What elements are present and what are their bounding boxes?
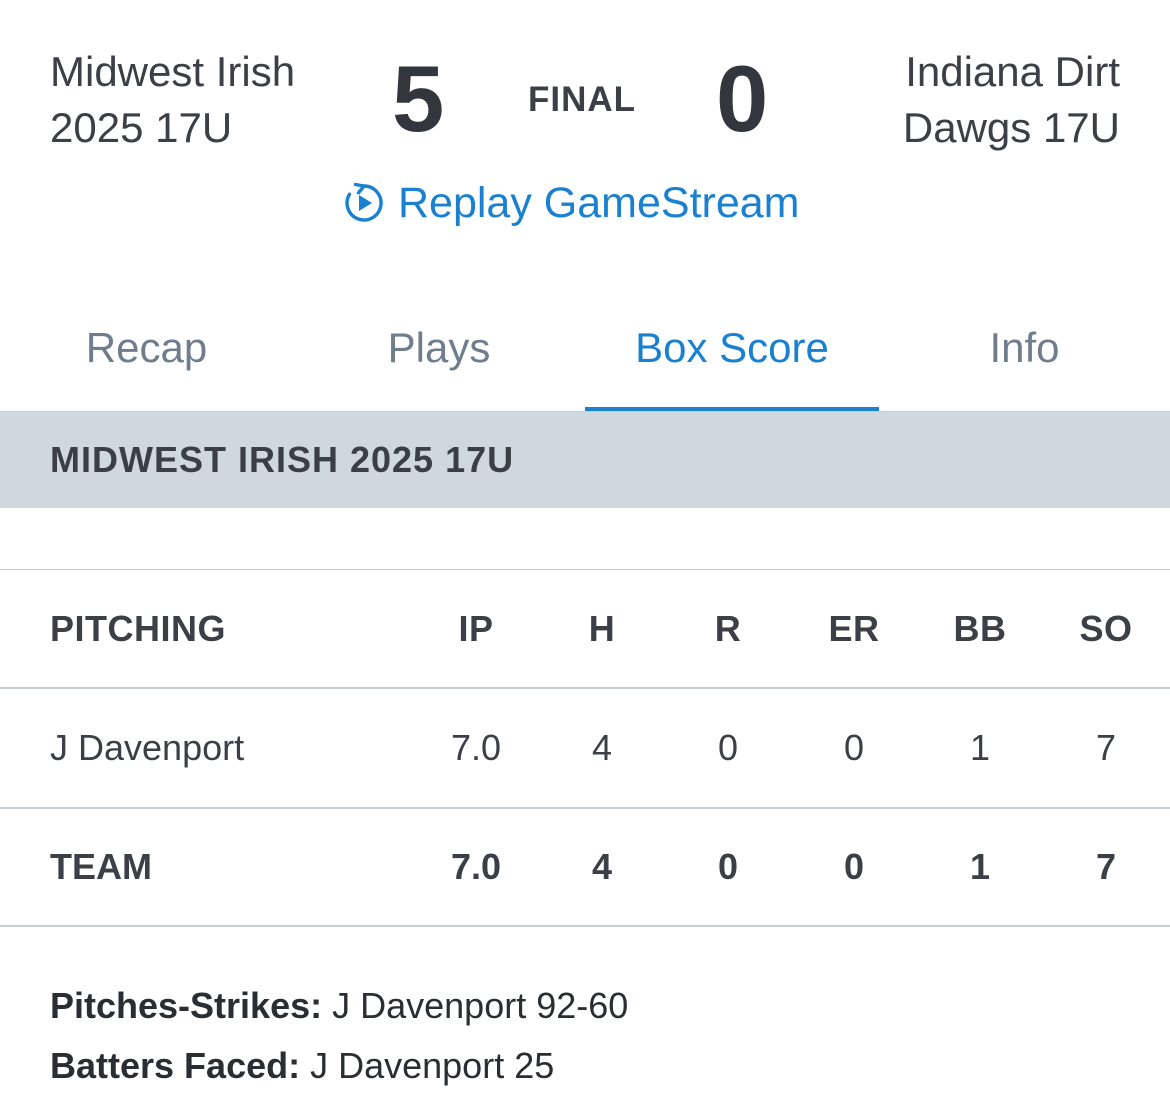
- pitching-table-header: PITCHING IP H R ER BB SO: [0, 569, 1170, 687]
- team-stat-h: 4: [591, 846, 613, 887]
- game-tabs: Recap Plays Box Score Info: [0, 300, 1170, 412]
- batters-faced-value: J Davenport 25: [300, 1045, 555, 1086]
- batters-faced-note: Batters Faced: J Davenport 25: [50, 1036, 628, 1096]
- tab-info[interactable]: Info: [879, 300, 1170, 412]
- team-total-row: TEAM 7.0 4 0 0 1 7: [0, 807, 1170, 927]
- team-stat-ip: 7.0: [450, 846, 502, 887]
- tab-recap[interactable]: Recap: [0, 300, 293, 412]
- away-team-name[interactable]: Midwest Irish 2025 17U: [50, 44, 295, 156]
- column-header-bb: BB: [953, 607, 1007, 649]
- home-team-name[interactable]: Indiana Dirt Dawgs 17U: [903, 44, 1120, 156]
- stat-h: 4: [591, 727, 613, 768]
- pitching-table: PITCHING IP H R ER BB SO J Davenport 7.0…: [0, 569, 1170, 927]
- replay-gamestream-button[interactable]: Replay GameStream: [342, 178, 800, 228]
- stat-bb: 1: [969, 727, 991, 768]
- pitches-strikes-note: Pitches-Strikes: J Davenport 92-60: [50, 976, 628, 1036]
- column-header-so: SO: [1079, 607, 1133, 649]
- team-stat-so: 7: [1095, 846, 1117, 887]
- player-name[interactable]: J Davenport: [50, 727, 410, 769]
- stat-er: 0: [843, 727, 865, 768]
- team-stat-bb: 1: [969, 846, 991, 887]
- pitches-strikes-label: Pitches-Strikes:: [50, 985, 323, 1026]
- batters-faced-label: Batters Faced:: [50, 1045, 301, 1086]
- stat-r: 0: [717, 727, 739, 768]
- team-stat-r: 0: [717, 846, 739, 887]
- team-stat-er: 0: [843, 846, 865, 887]
- stat-so: 7: [1095, 727, 1117, 768]
- stat-ip: 7.0: [450, 727, 502, 768]
- tab-box-score[interactable]: Box Score: [585, 300, 879, 412]
- home-team-score: 0: [716, 46, 769, 151]
- pitches-strikes-value: J Davenport 92-60: [322, 985, 629, 1026]
- pitching-notes: Pitches-Strikes: J Davenport 92-60 Batte…: [50, 976, 628, 1096]
- replay-gamestream-label: Replay GameStream: [398, 179, 800, 227]
- column-header-pitching: PITCHING: [50, 607, 227, 649]
- column-header-er: ER: [828, 607, 880, 649]
- tab-plays[interactable]: Plays: [293, 300, 585, 412]
- team-total-label: TEAM: [50, 846, 152, 887]
- table-row[interactable]: J Davenport 7.0 4 0 0 1 7: [0, 687, 1170, 807]
- away-team-score: 5: [392, 46, 445, 151]
- column-header-h: H: [588, 607, 616, 649]
- column-header-ip: IP: [458, 607, 494, 649]
- replay-circle-play-icon: [342, 181, 386, 225]
- team-section-header: MIDWEST IRISH 2025 17U: [0, 412, 1170, 508]
- column-header-r: R: [714, 607, 742, 649]
- box-score-page: Midwest Irish 2025 17U 5 FINAL 0 Indiana…: [0, 0, 1170, 1110]
- game-status: FINAL: [528, 80, 637, 119]
